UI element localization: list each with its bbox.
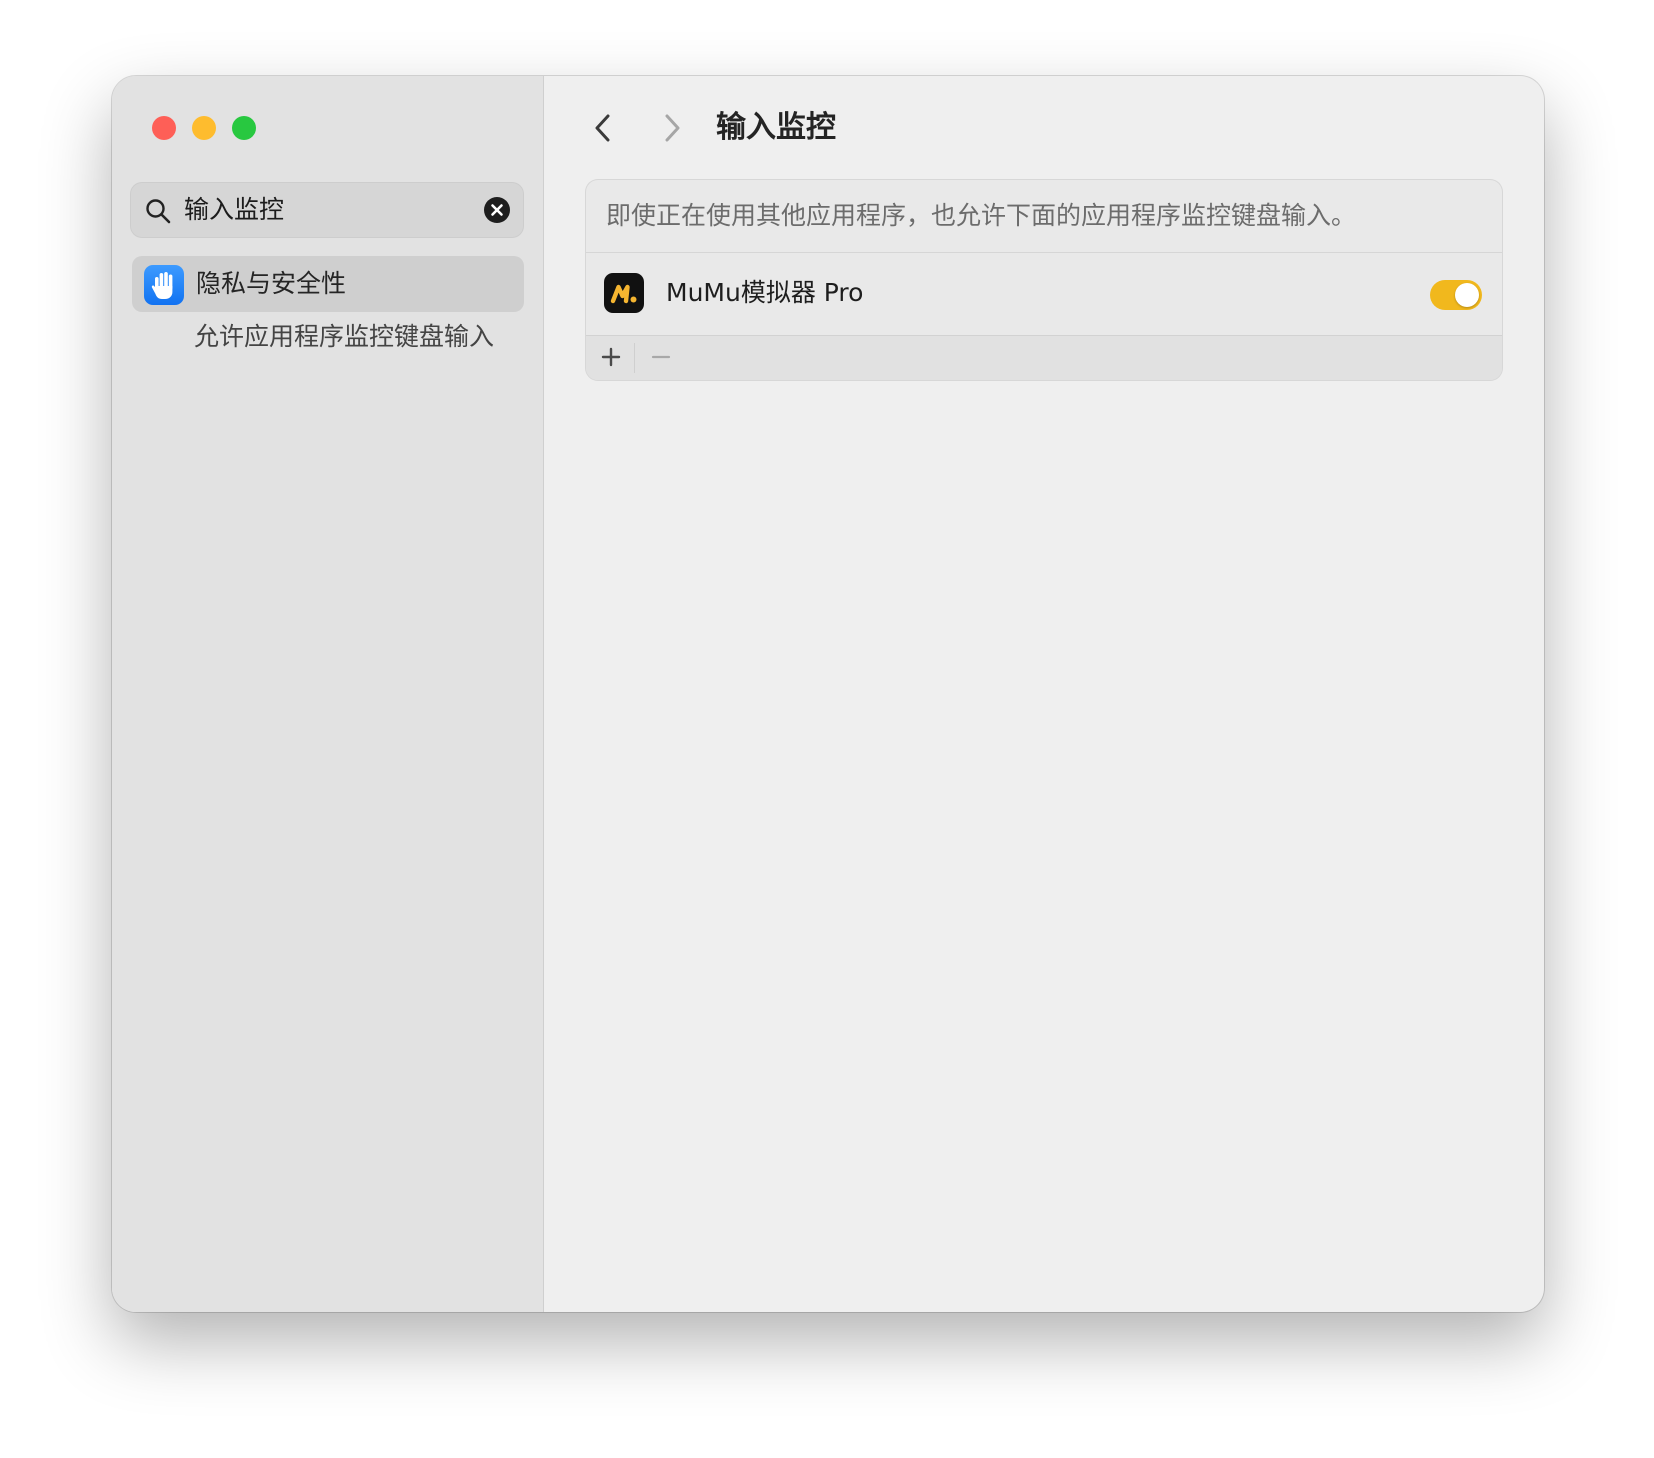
chevron-right-icon	[665, 114, 680, 142]
forward-button[interactable]	[656, 110, 688, 146]
sidebar-item-privacy-security[interactable]: 隐私与安全性	[132, 256, 524, 312]
sidebar: 输入监控 隐私与安全性 允许应用程序监控键盘输入	[112, 76, 544, 1312]
app-row: MuMu模拟器 Pro	[586, 253, 1502, 335]
search-field[interactable]: 输入监控	[130, 182, 524, 238]
minus-icon	[651, 355, 671, 359]
back-button[interactable]	[588, 110, 620, 146]
page-title: 输入监控	[716, 110, 836, 145]
search-icon	[146, 199, 171, 224]
clear-search-button[interactable]	[484, 197, 510, 223]
close-window-button[interactable]	[152, 116, 176, 140]
app-name: MuMu模拟器 Pro	[666, 278, 864, 307]
app-permission-card: 即使正在使用其他应用程序，也允许下面的应用程序监控键盘输入。 MuMu模拟器 P…	[586, 180, 1502, 380]
app-permission-toggle[interactable]	[1430, 280, 1482, 310]
remove-app-button[interactable]	[648, 342, 674, 372]
sidebar-item-label: 隐私与安全性	[196, 269, 347, 298]
toolbar-divider	[634, 343, 635, 373]
toggle-knob	[1455, 283, 1479, 307]
plus-icon	[601, 347, 621, 367]
add-app-button[interactable]	[598, 342, 624, 372]
search-input[interactable]: 输入监控	[184, 195, 284, 225]
permission-description: 即使正在使用其他应用程序，也允许下面的应用程序监控键盘输入。	[606, 201, 1357, 230]
main-content: 输入监控 即使正在使用其他应用程序，也允许下面的应用程序监控键盘输入。 MuMu…	[544, 76, 1544, 1312]
settings-window: 输入监控 隐私与安全性 允许应用程序监控键盘输入 输入监控 即使正在使用其他应用…	[112, 76, 1544, 1312]
minimize-window-button[interactable]	[192, 116, 216, 140]
mumu-app-icon	[604, 273, 644, 313]
zoom-window-button[interactable]	[232, 116, 256, 140]
clear-icon	[491, 204, 503, 216]
search-result-subitem[interactable]: 允许应用程序监控键盘输入	[194, 320, 494, 353]
hand-raised-icon	[144, 265, 184, 305]
list-toolbar	[586, 335, 1502, 380]
chevron-left-icon	[595, 114, 610, 142]
